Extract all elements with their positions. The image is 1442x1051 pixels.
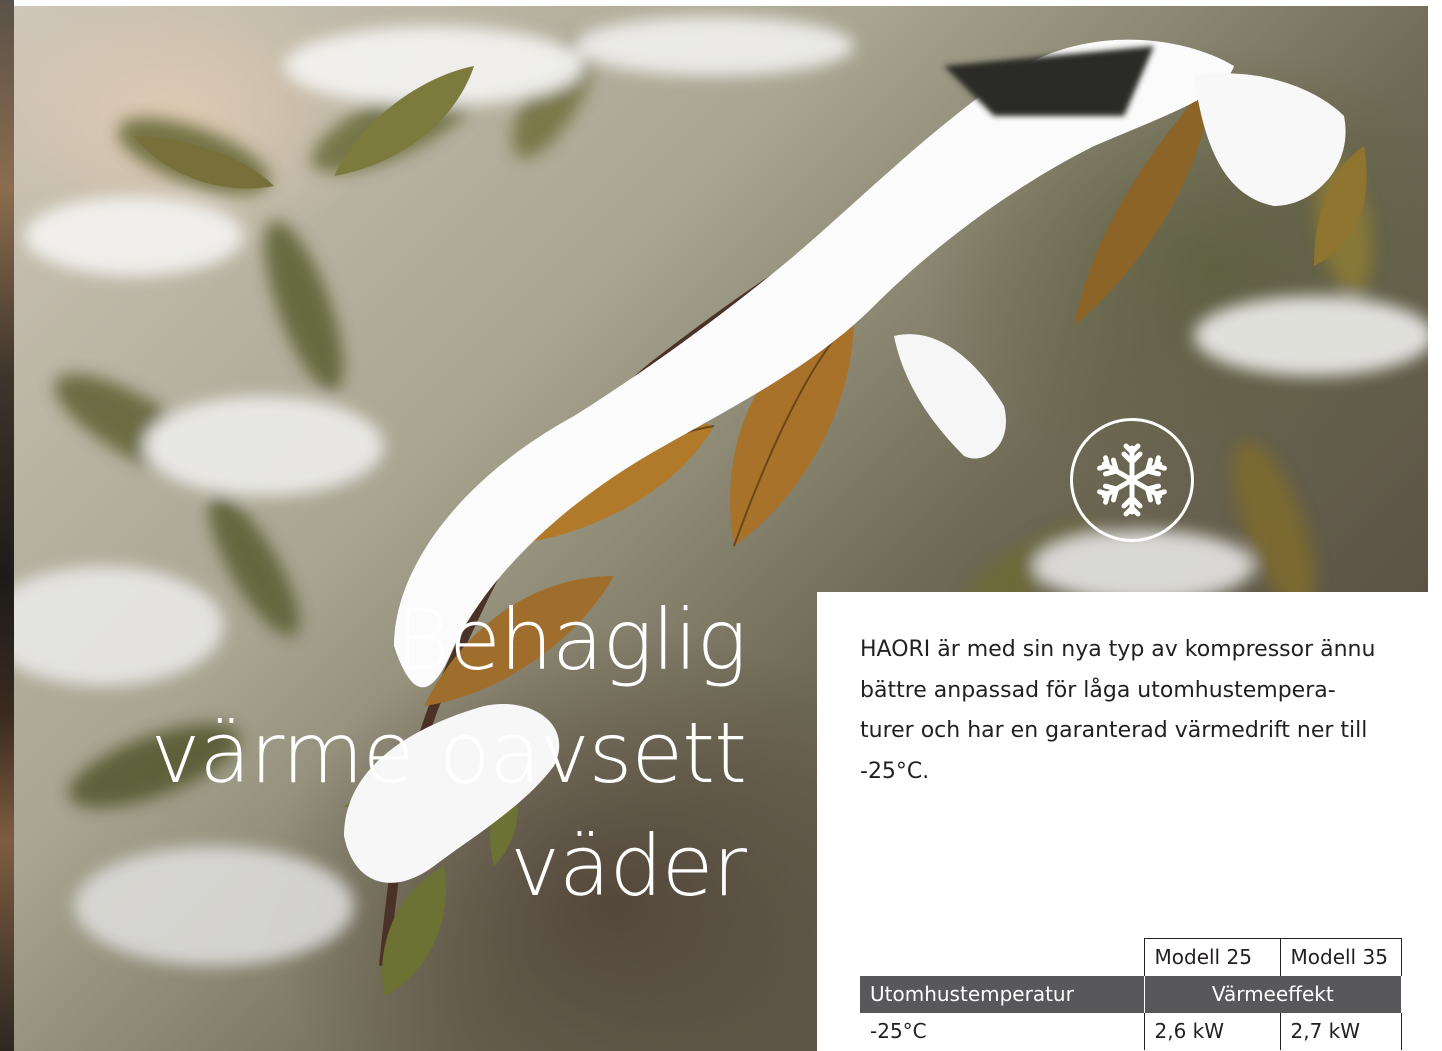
headline-line-3: väder (510, 817, 747, 915)
table-cell-empty (860, 939, 1144, 976)
snowflake-badge (1070, 418, 1194, 542)
table-row: -25°C 2,6 kW 2,7 kW (860, 1012, 1402, 1050)
heating-capacity-header: Värmeeffekt (1143, 975, 1401, 1013)
temperature-cell: -25°C (870, 1019, 927, 1043)
adjacent-photo-strip (0, 0, 14, 1051)
outdoor-temperature-header: Utomhustemperatur (860, 975, 1144, 1013)
headline-line-1: Behaglig (395, 591, 747, 689)
model-35-value: 2,7 kW (1279, 1012, 1402, 1050)
headline: Behaglig värme oavsett väder (150, 584, 747, 923)
model-35-header: Modell 35 (1279, 938, 1402, 976)
headline-line-2: värme oavsett (150, 704, 747, 802)
table-row: Modell 25 Modell 35 (860, 938, 1402, 976)
heating-capacity-table: Modell 25 Modell 35 Utomhustemperatur Vä… (860, 938, 1402, 1050)
snowflake-icon (1095, 443, 1169, 517)
model-25-value: 2,6 kW (1143, 1012, 1280, 1050)
table-row: Utomhustemperatur Värmeeffekt (860, 975, 1401, 1013)
info-panel: HAORI är med sin nya typ av kompressor ä… (817, 592, 1428, 1051)
description-text: HAORI är med sin nya typ av kompressor ä… (860, 637, 1376, 784)
model-25-header: Modell 25 (1143, 938, 1281, 976)
